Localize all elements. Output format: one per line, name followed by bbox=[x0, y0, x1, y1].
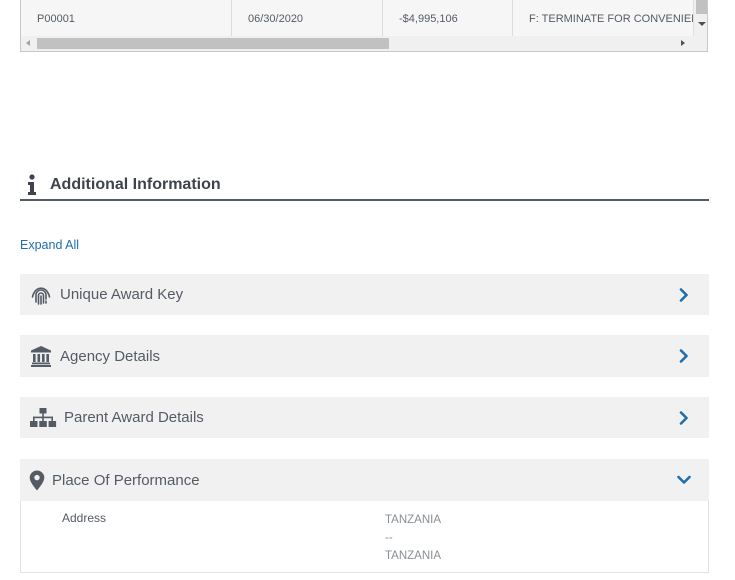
place-of-performance-body: Address TANZANIA -- TANZANIA bbox=[20, 501, 709, 573]
agency-details-panel[interactable]: Agency Details bbox=[20, 335, 709, 377]
chevron-down-icon[interactable] bbox=[677, 473, 691, 487]
chevron-right-icon[interactable] bbox=[677, 410, 691, 425]
vertical-scrollbar-thumb[interactable] bbox=[696, 0, 707, 14]
fingerprint-icon bbox=[28, 284, 54, 306]
scroll-right-arrow-icon[interactable] bbox=[681, 40, 685, 46]
panel-label: Agency Details bbox=[60, 347, 161, 365]
scrollbar-corner bbox=[693, 36, 707, 51]
action-type-cell: F: TERMINATE FOR CONVENIENC bbox=[513, 0, 693, 38]
address-value: TANZANIA -- TANZANIA bbox=[385, 511, 441, 565]
address-line: -- bbox=[385, 532, 393, 544]
bank-building-icon bbox=[28, 345, 54, 367]
sitemap-icon bbox=[28, 407, 58, 429]
address-line: TANZANIA bbox=[385, 550, 442, 562]
address-label: Address bbox=[62, 511, 107, 525]
chevron-right-icon[interactable] bbox=[677, 349, 691, 363]
modification-cell: P00001 bbox=[21, 0, 232, 38]
vertical-scrollbar[interactable] bbox=[693, 0, 707, 36]
transaction-table: P00001 06/30/2020 -$4,995,106 F: TERMINA… bbox=[20, 0, 708, 52]
date-cell: 06/30/2020 bbox=[232, 0, 383, 38]
scroll-left-arrow-icon[interactable] bbox=[26, 40, 30, 46]
info-icon bbox=[20, 171, 48, 199]
map-marker-icon bbox=[28, 470, 46, 491]
panel-label: Unique Award Key bbox=[60, 286, 184, 303]
expand-all-link[interactable]: Expand All bbox=[20, 238, 79, 252]
horizontal-scrollbar-thumb[interactable] bbox=[37, 38, 389, 49]
panel-label: Place Of Performance bbox=[52, 471, 200, 489]
parent-award-details-panel[interactable]: Parent Award Details bbox=[20, 397, 709, 438]
section-title: Additional Information bbox=[50, 175, 221, 193]
table-row[interactable]: P00001 06/30/2020 -$4,995,106 F: TERMINA… bbox=[21, 0, 693, 38]
scroll-down-arrow-icon[interactable] bbox=[698, 22, 706, 26]
unique-award-key-panel[interactable]: Unique Award Key bbox=[20, 274, 709, 315]
place-of-performance-panel[interactable]: Place Of Performance bbox=[20, 459, 709, 501]
address-line: TANZANIA bbox=[385, 514, 442, 526]
chevron-right-icon[interactable] bbox=[677, 287, 691, 302]
horizontal-scrollbar[interactable] bbox=[21, 36, 693, 51]
panel-label: Parent Award Details bbox=[64, 409, 204, 426]
section-heading: Additional Information bbox=[20, 170, 709, 201]
amount-cell: -$4,995,106 bbox=[383, 0, 513, 38]
